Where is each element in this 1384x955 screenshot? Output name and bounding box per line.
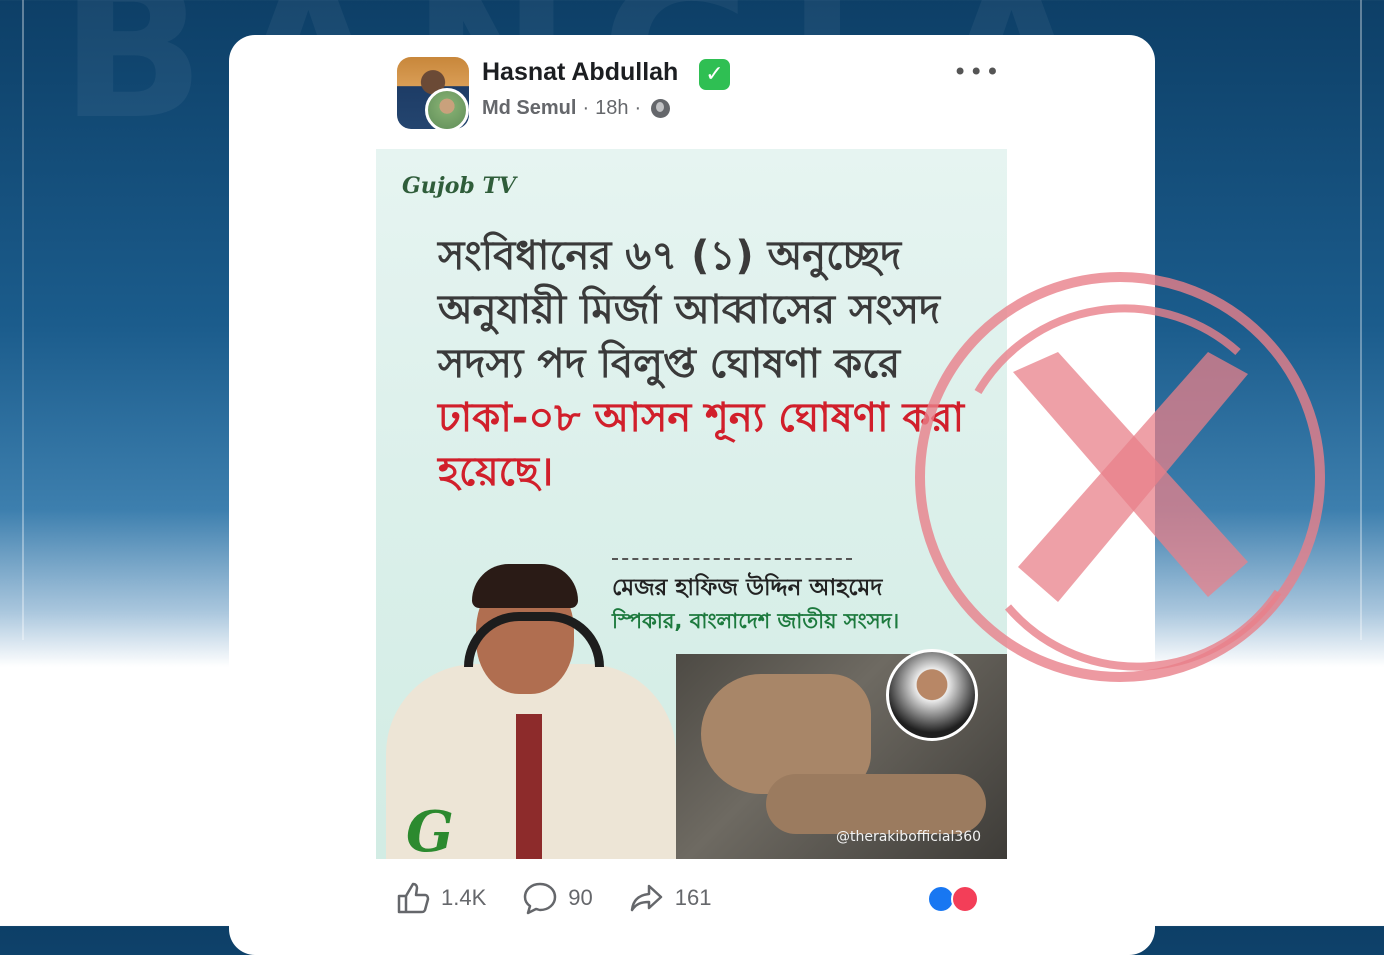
speaker-photo: G [376,554,676,859]
comment-count: 90 [568,885,593,910]
speaker-photo-tie [516,714,542,859]
action-bar: 1.4K 90 161 [395,880,747,916]
inset-portrait [886,649,978,741]
speaker-photo-hair [472,564,578,608]
shared-by-name[interactable]: Md Semul [482,97,576,120]
like-icon [397,882,430,914]
headline-text: সংবিধানের ৬৭ (১) অনুচ্ছেদ অনুযায়ী মির্জ… [438,233,941,387]
reaction-summary[interactable] [927,885,985,913]
background-frame-left [22,0,24,640]
like-button[interactable]: 1.4K [395,880,486,916]
comment-icon [524,882,557,915]
verified-badge-icon: ✓ [699,59,730,90]
image-headline: সংবিধানের ৬৭ (১) অনুচ্ছেদ অনুযায়ী মির্জ… [438,229,998,499]
comment-button[interactable]: 90 [522,880,593,916]
post-image[interactable]: Gujob TV সংবিধানের ৬৭ (১) অনুচ্ছেদ অনুযা… [376,149,1007,859]
headline-highlight: ঢাকা-০৮ আসন শূন্য ঘোষণা করা হয়েছে। [438,395,965,495]
love-reaction-icon [951,885,979,913]
hospital-photo-arm [766,774,986,834]
share-count: 161 [674,885,712,910]
meta-separator: · [634,97,642,119]
author-name[interactable]: Hasnat Abdullah [482,58,678,87]
share-button[interactable]: 161 [629,880,712,916]
background-frame-right [1360,0,1362,640]
sharer-avatar[interactable] [425,88,469,132]
like-count: 1.4K [441,885,487,910]
meta-separator: · [582,97,590,119]
more-options-button[interactable]: ••• [953,58,999,86]
post-time[interactable]: 18h [595,97,628,120]
post-meta: Md Semul · 18h · [482,97,671,120]
globe-icon [651,99,671,118]
tiktok-handle: @therakibofficial360 [836,829,982,845]
share-icon [630,884,662,912]
g-logo: G [406,799,454,859]
channel-logo: Gujob TV [402,173,516,199]
